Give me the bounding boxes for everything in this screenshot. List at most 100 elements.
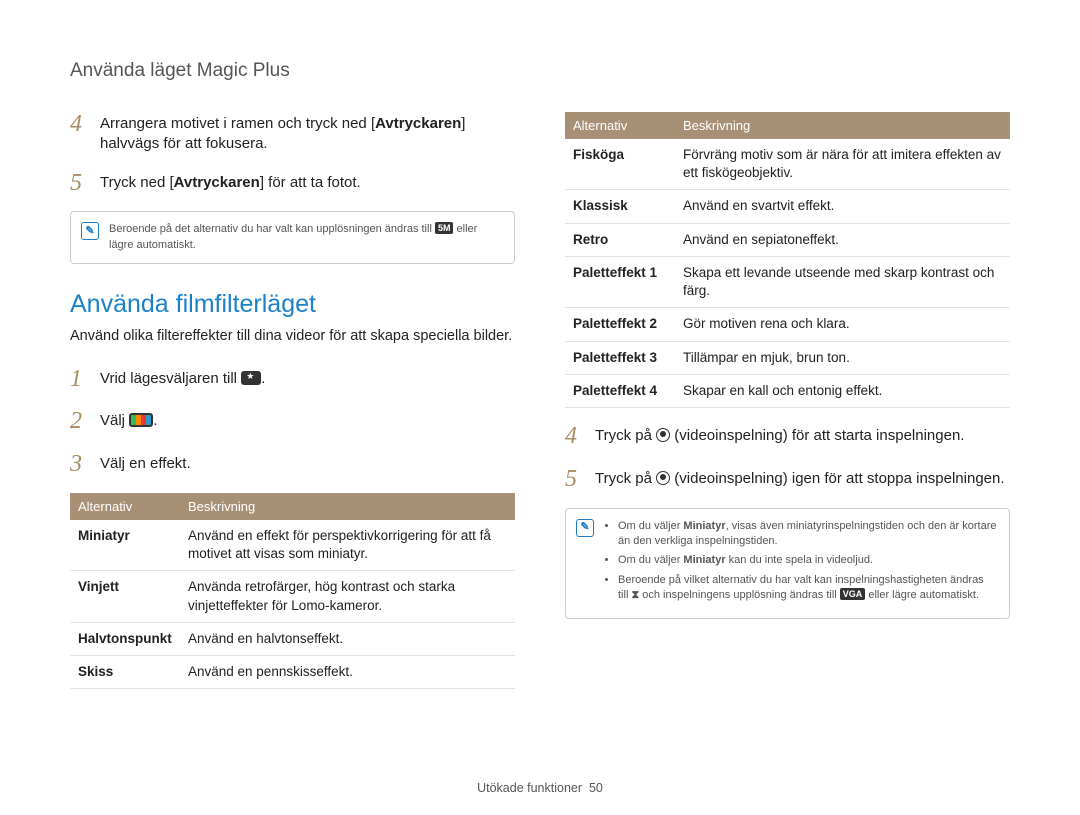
opt-desc: Använd en sepiatoneffekt. <box>675 223 1010 256</box>
opt-desc: Använd en svartvit effekt. <box>675 190 1010 223</box>
table-row: Paletteffekt 3Tillämpar en mjuk, brun to… <box>565 341 1010 374</box>
step-text: Tryck ned [Avtryckaren] för att ta fotot… <box>100 169 361 193</box>
opt-name: Halvtonspunkt <box>70 622 180 655</box>
opt-desc: Använd en effekt för perspektivkorrigeri… <box>180 520 515 571</box>
table-row: Paletteffekt 4Skapar en kall och entonig… <box>565 374 1010 407</box>
text: Tryck ned [ <box>100 174 174 191</box>
opt-desc: Skapar en kall och entonig effekt. <box>675 374 1010 407</box>
step-1: 1 Vrid lägesväljaren till . <box>70 365 515 394</box>
opt-name: Skiss <box>70 656 180 689</box>
resolution-icon: 5M <box>435 222 454 234</box>
table-header: Beskrivning <box>180 493 515 520</box>
table-row: RetroAnvänd en sepiatoneffekt. <box>565 223 1010 256</box>
table-row: MiniatyrAnvänd en effekt för perspektivk… <box>70 520 515 571</box>
opt-desc: Gör motiven rena och klara. <box>675 308 1010 341</box>
table-row: SkissAnvänd en pennskisseffekt. <box>70 656 515 689</box>
page-footer: Utökade funktioner 50 <box>0 781 1080 795</box>
text: . <box>153 412 157 429</box>
note-text: Beroende på det alternativ du har valt k… <box>109 223 435 235</box>
opt-name: Retro <box>565 223 675 256</box>
content-columns: 4 Arrangera motivet i ramen och tryck ne… <box>70 110 1010 689</box>
bold: Miniatyr <box>683 554 725 566</box>
opt-desc: Använd en pennskisseffekt. <box>180 656 515 689</box>
step-5-right: 5 Tryck på (videoinspelning) igen för at… <box>565 465 1010 494</box>
effects-table-right: Alternativ Beskrivning FiskögaFörvräng m… <box>565 112 1010 408</box>
bold: Avtryckaren <box>174 174 260 191</box>
table-row: Paletteffekt 2Gör motiven rena och klara… <box>565 308 1010 341</box>
note-icon: ✎ <box>81 222 99 240</box>
text: (videoinspelning) för att starta inspeln… <box>670 427 964 444</box>
step-number: 5 <box>70 169 88 198</box>
step-number: 1 <box>70 365 88 394</box>
text: Arrangera motivet i ramen och tryck ned … <box>100 115 375 132</box>
opt-desc: Använd en halvtonseffekt. <box>180 622 515 655</box>
bold: Miniatyr <box>683 520 725 532</box>
opt-name: Paletteffekt 1 <box>565 256 675 307</box>
note-box-resolution: ✎ Beroende på det alternativ du har valt… <box>70 211 515 264</box>
opt-name: Vinjett <box>70 571 180 622</box>
step-number: 2 <box>70 407 88 436</box>
table-header: Alternativ <box>70 493 180 520</box>
record-icon <box>656 471 670 485</box>
opt-desc: Tillämpar en mjuk, brun ton. <box>675 341 1010 374</box>
left-column: 4 Arrangera motivet i ramen och tryck ne… <box>70 110 515 689</box>
text: Vrid lägesväljaren till <box>100 370 241 387</box>
step-number: 5 <box>565 465 583 494</box>
section-heading: Använda filmfilterläget <box>70 290 515 319</box>
opt-name: Paletteffekt 4 <box>565 374 675 407</box>
text: Om du väljer <box>618 520 683 532</box>
note-bullet: Om du väljer Miniatyr, visas även miniat… <box>618 519 997 550</box>
step-number: 4 <box>565 422 583 451</box>
text: Tryck på <box>595 470 656 487</box>
step-text: Tryck på (videoinspelning) igen för att … <box>595 465 1005 489</box>
text: Tryck på <box>595 427 656 444</box>
text: och inspelningens upplösning ändras till <box>639 589 840 601</box>
text: ] för att ta fotot. <box>260 174 361 191</box>
step-5: 5 Tryck ned [Avtryckaren] för att ta fot… <box>70 169 515 198</box>
text: Välj <box>100 412 129 429</box>
table-header: Alternativ <box>565 112 675 139</box>
table-row: KlassiskAnvänd en svartvit effekt. <box>565 190 1010 223</box>
vga-icon: VGA <box>840 588 866 600</box>
step-text: Välj . <box>100 407 157 431</box>
text: (videoinspelning) igen för att stoppa in… <box>670 470 1004 487</box>
opt-name: Paletteffekt 2 <box>565 308 675 341</box>
text: kan du inte spela in videoljud. <box>726 554 873 566</box>
opt-name: Paletteffekt 3 <box>565 341 675 374</box>
table-row: VinjettAnvända retrofärger, hög kontrast… <box>70 571 515 622</box>
step-number: 3 <box>70 450 88 479</box>
step-4: 4 Arrangera motivet i ramen och tryck ne… <box>70 110 515 155</box>
mode-dial-icon <box>241 371 261 385</box>
step-text: Arrangera motivet i ramen och tryck ned … <box>100 110 515 155</box>
opt-desc: Använda retrofärger, hög kontrast och st… <box>180 571 515 622</box>
step-text: Tryck på (videoinspelning) för att start… <box>595 422 964 446</box>
note-box-miniature: ✎ Om du väljer Miniatyr, visas även mini… <box>565 508 1010 619</box>
section-intro: Använd olika filtereffekter till dina vi… <box>70 327 515 347</box>
effects-table-left: Alternativ Beskrivning MiniatyrAnvänd en… <box>70 493 515 689</box>
text: eller lägre automatiskt. <box>865 589 979 601</box>
film-filter-icon <box>129 413 153 427</box>
opt-desc: Skapa ett levande utseende med skarp kon… <box>675 256 1010 307</box>
table-header: Beskrivning <box>675 112 1010 139</box>
breadcrumb: Använda läget Magic Plus <box>70 60 1010 82</box>
step-2: 2 Välj . <box>70 407 515 436</box>
step-number: 4 <box>70 110 88 139</box>
note-bullet: Om du väljer Miniatyr kan du inte spela … <box>618 553 997 568</box>
opt-desc: Förvräng motiv som är nära för att imite… <box>675 139 1010 190</box>
record-icon <box>656 428 670 442</box>
opt-name: Fisköga <box>565 139 675 190</box>
note-bullet: Beroende på vilket alternativ du har val… <box>618 573 997 604</box>
footer-page: 50 <box>589 781 603 795</box>
table-row: FiskögaFörvräng motiv som är nära för at… <box>565 139 1010 190</box>
bold: Avtryckaren <box>375 115 461 132</box>
footer-label: Utökade funktioner <box>477 781 582 795</box>
table-row: Paletteffekt 1Skapa ett levande utseende… <box>565 256 1010 307</box>
note-icon: ✎ <box>576 519 594 537</box>
opt-name: Miniatyr <box>70 520 180 571</box>
text: Om du väljer <box>618 554 683 566</box>
table-row: HalvtonspunktAnvänd en halvtonseffekt. <box>70 622 515 655</box>
text: . <box>261 370 265 387</box>
step-4-right: 4 Tryck på (videoinspelning) för att sta… <box>565 422 1010 451</box>
step-3: 3 Välj en effekt. <box>70 450 515 479</box>
step-text: Välj en effekt. <box>100 450 191 474</box>
